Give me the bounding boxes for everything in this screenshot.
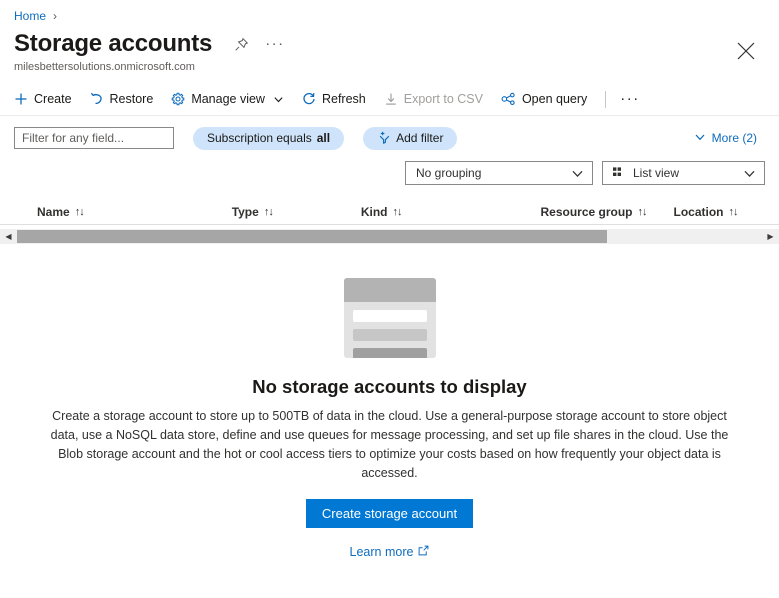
chevron-down-icon — [559, 167, 584, 180]
chevron-down-icon — [694, 131, 706, 146]
add-filter-icon — [377, 131, 391, 145]
sort-arrows-icon: ↑↓ — [392, 206, 402, 218]
column-header-name-label: Name — [37, 205, 70, 219]
open-query-label: Open query — [521, 92, 588, 106]
column-header-resource-group-label: Resource group — [540, 205, 633, 219]
more-filters-toggle[interactable]: More (2) — [694, 131, 757, 146]
breadcrumb-separator: › — [53, 9, 58, 23]
sort-arrows-icon: ↑↓ — [74, 206, 85, 218]
more-filters-label: More (2) — [711, 131, 757, 145]
plus-icon — [14, 92, 28, 106]
column-header-kind[interactable]: Kind ↑↓ — [360, 205, 403, 219]
view-mode-select[interactable]: List view — [602, 161, 765, 185]
search-input[interactable] — [14, 127, 174, 149]
subscription-filter-prefix: Subscription equals — [207, 131, 312, 145]
empty-state-description: Create a storage account to store up to … — [50, 409, 729, 480]
column-header-location-label: Location — [673, 205, 724, 219]
breadcrumb-home-link[interactable]: Home — [14, 9, 46, 23]
illustration-header-bar — [343, 278, 436, 302]
column-header-type-label: Type — [231, 205, 259, 219]
view-options-row: No grouping List view — [0, 159, 779, 187]
create-button-label: Create — [34, 92, 72, 106]
restore-button[interactable]: Restore — [90, 92, 154, 106]
illustration-row-light — [352, 329, 427, 341]
column-header-location[interactable]: Location ↑↓ — [673, 205, 739, 219]
table-header-row: Name ↑↓ Type ↑↓ Kind ↑↓ Resource group ↑… — [0, 195, 779, 225]
grouping-select-value: No grouping — [416, 166, 482, 180]
column-header-type[interactable]: Type ↑↓ — [231, 205, 274, 219]
command-divider — [605, 90, 607, 108]
refresh-button-label: Refresh — [321, 92, 366, 106]
close-icon[interactable] — [735, 40, 757, 62]
undo-arrow-icon — [90, 92, 104, 106]
scroll-right-arrow-icon[interactable]: ▶ — [762, 229, 779, 244]
chevron-down-icon — [273, 94, 284, 105]
manage-view-button-label: Manage view — [191, 92, 265, 106]
column-header-resource-group[interactable]: Resource group ↑↓ — [540, 205, 648, 219]
scroll-left-arrow-icon[interactable]: ◀ — [0, 229, 17, 244]
illustration-body — [344, 302, 436, 358]
page-title-row: Storage accounts ··· — [0, 23, 779, 59]
breadcrumb: Home › — [0, 0, 779, 23]
list-view-icon — [613, 166, 627, 181]
manage-view-button[interactable]: Manage view — [171, 92, 284, 106]
column-header-name[interactable]: Name ↑↓ — [37, 205, 85, 219]
pin-icon[interactable] — [234, 37, 249, 52]
learn-more-link[interactable]: Learn more — [0, 545, 779, 559]
sort-arrows-icon: ↑↓ — [728, 206, 739, 218]
download-icon — [384, 92, 398, 106]
chevron-down-icon — [731, 167, 756, 180]
refresh-icon — [302, 92, 316, 106]
view-mode-select-value: List view — [633, 166, 680, 180]
empty-state: No storage accounts to display Create a … — [0, 278, 779, 559]
sort-arrows-icon: ↑↓ — [637, 206, 648, 218]
horizontal-scrollbar[interactable]: ◀ ▶ — [0, 228, 779, 244]
export-to-csv-button[interactable]: Export to CSV — [384, 92, 483, 106]
subscription-filter-value: all — [316, 131, 331, 145]
export-to-csv-label: Export to CSV — [403, 92, 483, 106]
create-storage-account-button[interactable]: Create storage account — [305, 499, 474, 528]
sort-arrows-icon: ↑↓ — [263, 206, 274, 218]
refresh-button[interactable]: Refresh — [302, 92, 366, 106]
grouping-select[interactable]: No grouping — [405, 161, 593, 185]
title-more-menu[interactable]: ··· — [265, 36, 285, 51]
open-query-button[interactable]: Open query — [501, 92, 587, 107]
share-nodes-icon — [501, 92, 516, 107]
gear-icon — [171, 92, 185, 106]
page-title: Storage accounts — [14, 30, 213, 57]
external-link-icon — [418, 545, 429, 559]
command-overflow-menu[interactable]: ··· — [620, 91, 640, 106]
scrollbar-thumb[interactable] — [17, 230, 607, 243]
illustration-row-dark — [352, 348, 427, 358]
illustration-row-white — [352, 310, 427, 322]
command-bar: Create Restore Manage view Refresh Expor… — [0, 83, 779, 116]
column-header-kind-label: Kind — [360, 205, 388, 219]
filter-bar: Subscription equals all Add filter More … — [0, 121, 779, 155]
restore-button-label: Restore — [109, 92, 154, 106]
create-button[interactable]: Create — [14, 92, 72, 106]
add-filter-button[interactable]: Add filter — [363, 126, 458, 150]
subscription-filter-chip[interactable]: Subscription equals all — [193, 126, 345, 150]
empty-table-illustration — [343, 278, 436, 358]
learn-more-label: Learn more — [349, 545, 414, 559]
add-filter-label: Add filter — [396, 131, 444, 145]
tenant-subtitle: milesbettersolutions.onmicrosoft.com — [14, 61, 195, 73]
empty-state-title: No storage accounts to display — [252, 376, 527, 397]
